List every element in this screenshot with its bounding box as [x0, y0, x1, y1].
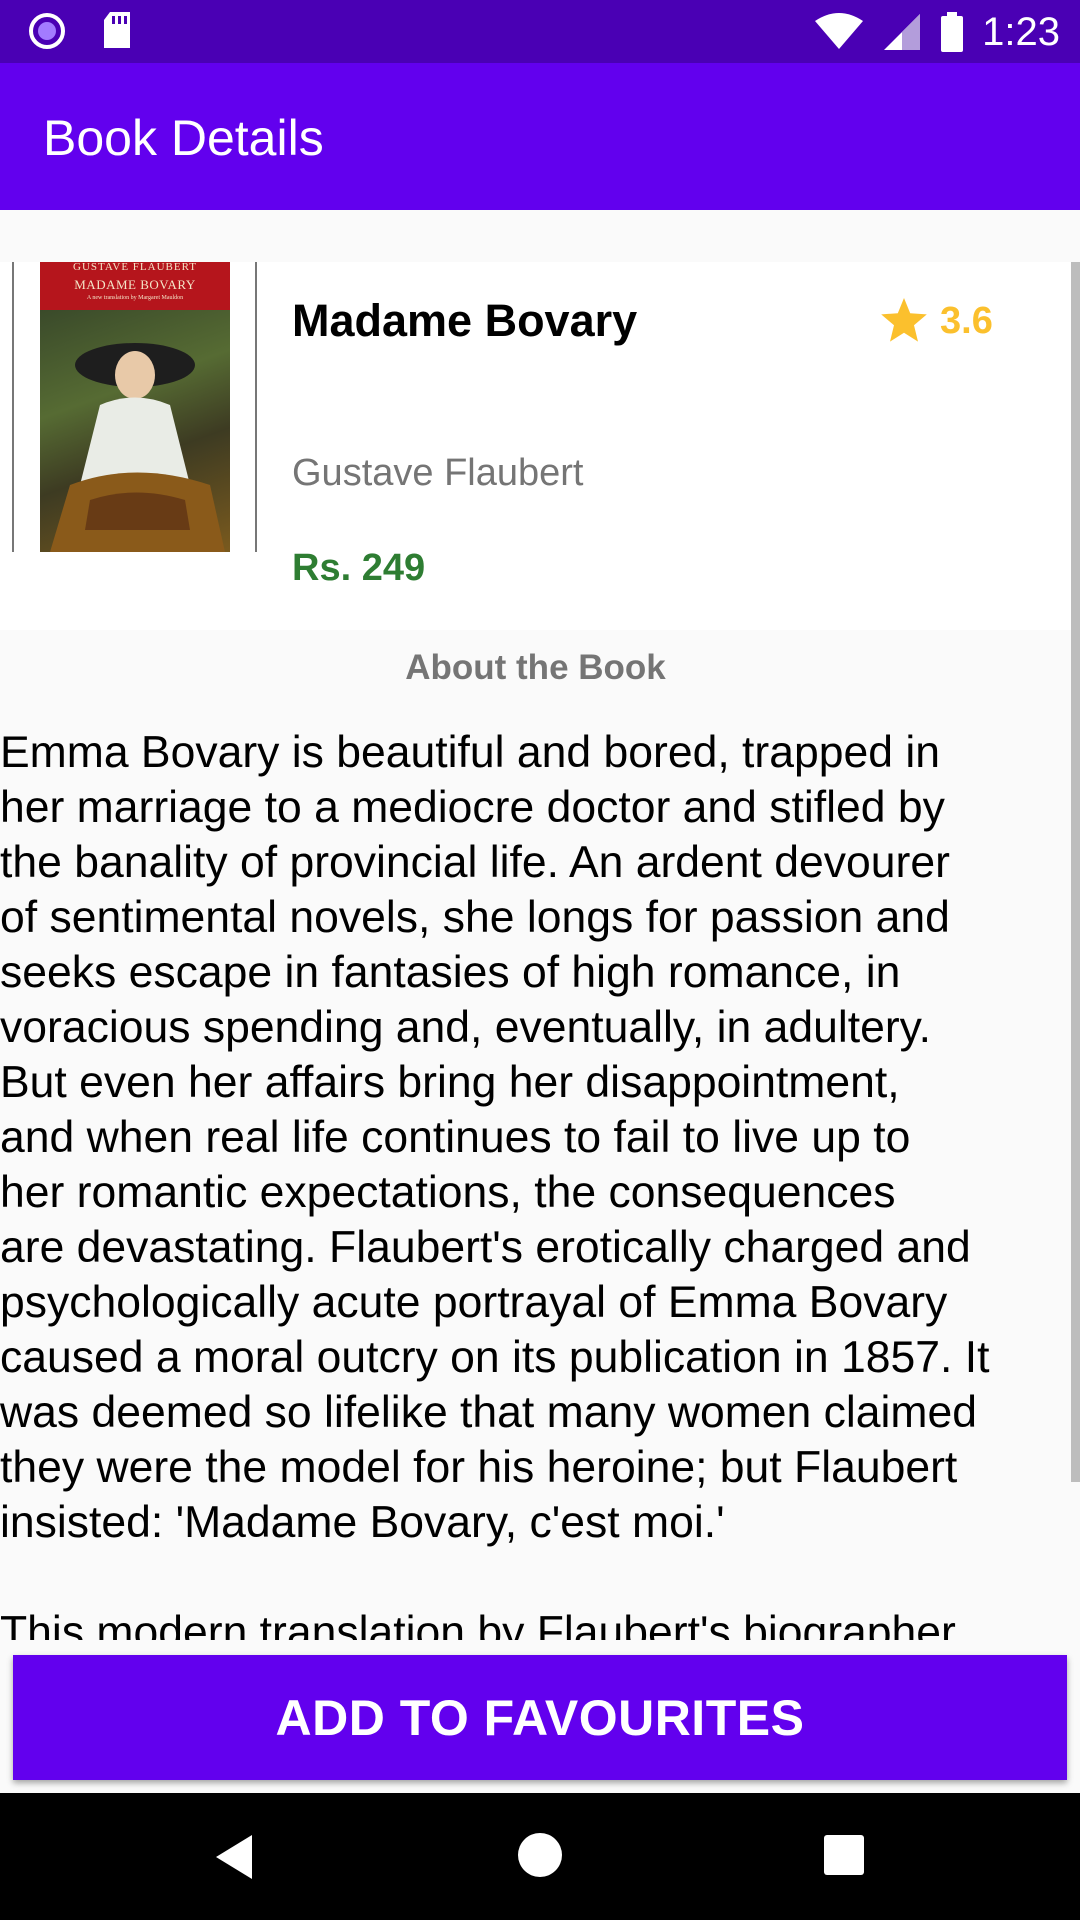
star-icon [881, 298, 927, 342]
rating-value: 3.6 [940, 299, 993, 342]
home-icon[interactable] [518, 1833, 562, 1877]
add-to-favourites-button[interactable]: ADD TO FAVOURITES [13, 1655, 1067, 1780]
book-details-scroll[interactable]: GUSTAVE FLAUBERT MADAME BOVARY A new tra… [0, 210, 1080, 1640]
book-card: GUSTAVE FLAUBERT MADAME BOVARY A new tra… [0, 262, 1071, 630]
book-title: Madame Bovary [292, 295, 638, 346]
status-bar: 1:23 [0, 0, 1080, 63]
app-bar: Book Details [0, 63, 1080, 210]
cover-banner: GUSTAVE FLAUBERT MADAME BOVARY A new tra… [40, 262, 230, 310]
sd-card-icon [104, 12, 130, 48]
about-heading: About the Book [405, 648, 666, 687]
clock: 1:23 [982, 9, 1060, 54]
battery-icon [941, 12, 964, 52]
cover-title-text: MADAME BOVARY [74, 277, 196, 292]
cover-painting [40, 310, 230, 552]
page-title: Book Details [43, 110, 324, 166]
wifi-icon [815, 13, 864, 49]
book-rating: 3.6 [880, 298, 993, 344]
back-icon[interactable] [212, 1833, 256, 1881]
cover-subtitle-text: A new translation by Margaret Mauldon [86, 295, 184, 301]
book-description: Emma Bovary is beautiful and bored, trap… [0, 728, 990, 1640]
cover-author-text: GUSTAVE FLAUBERT [73, 262, 197, 273]
scrollbar[interactable] [1071, 262, 1080, 1482]
book-cover-image: GUSTAVE FLAUBERT MADAME BOVARY A new tra… [40, 262, 230, 552]
cell-signal-icon [884, 14, 921, 50]
book-cover-frame: GUSTAVE FLAUBERT MADAME BOVARY A new tra… [12, 262, 257, 552]
book-price: Rs. 249 [292, 547, 426, 589]
navigation-bar [0, 1793, 1080, 1920]
book-author: Gustave Flaubert [292, 452, 584, 494]
recents-icon[interactable] [824, 1835, 864, 1875]
app-notification-icon [29, 13, 65, 49]
